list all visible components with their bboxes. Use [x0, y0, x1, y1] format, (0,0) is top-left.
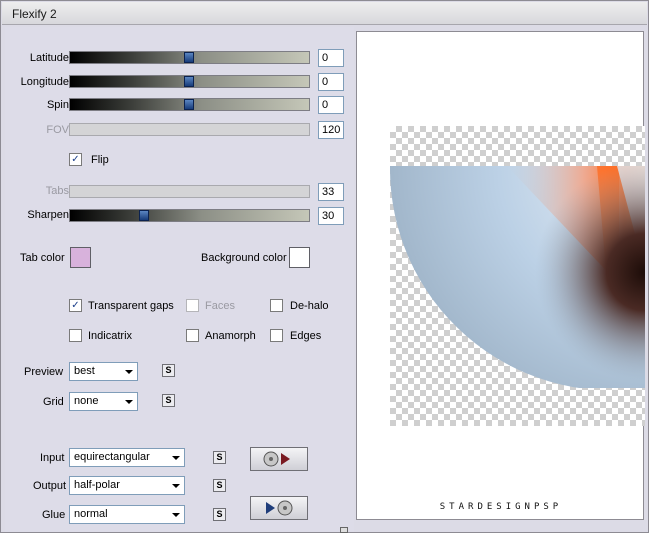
faces-label: Faces	[205, 300, 235, 312]
chevron-down-icon	[125, 400, 133, 404]
anamorph-label: Anamorph	[205, 330, 256, 342]
sharpen-label: Sharpen	[27, 209, 69, 221]
disc-play-icon	[263, 451, 290, 467]
tabs-label: Tabs	[45, 185, 69, 197]
background-color-label: Background color	[201, 252, 287, 264]
input-projection-value: equirectangular	[74, 451, 150, 463]
preview-select-value: best	[74, 365, 95, 377]
preview-select[interactable]: best	[69, 362, 138, 381]
grid-select[interactable]: none	[69, 392, 138, 411]
spin-input[interactable]: 0	[318, 96, 344, 114]
chevron-down-icon	[125, 370, 133, 374]
tabs-slider[interactable]	[69, 185, 310, 198]
de-halo-checkbox[interactable]	[270, 299, 283, 312]
spin-slider[interactable]	[69, 98, 310, 111]
input-projection-select[interactable]: equirectangular	[69, 448, 185, 467]
flip-checkbox[interactable]: ✓	[69, 153, 82, 166]
output-projection-select[interactable]: half-polar	[69, 476, 185, 495]
output-projection-value: half-polar	[74, 479, 120, 491]
longitude-slider-thumb[interactable]	[184, 76, 194, 87]
tab-color-swatch[interactable]	[70, 247, 91, 268]
longitude-label: Longitude	[20, 76, 69, 88]
resize-handle[interactable]	[340, 527, 348, 533]
tab-color-label: Tab color	[20, 252, 65, 264]
indicatrix-checkbox[interactable]	[69, 329, 82, 342]
spin-label: Spin	[46, 99, 69, 111]
glue-select[interactable]: normal	[69, 505, 185, 524]
fov-slider[interactable]	[69, 123, 310, 136]
preview-label: Preview	[24, 366, 64, 378]
input-label: Input	[40, 452, 65, 464]
anamorph-checkbox[interactable]	[186, 329, 199, 342]
preview-pane: STARDESIGNPSP	[356, 31, 645, 520]
latitude-slider[interactable]	[69, 51, 310, 64]
grid-label: Grid	[43, 396, 64, 408]
settings-panel: Latitude 0 Longitude 0 Spin 0 FOV 120 ✓ …	[5, 27, 354, 532]
glue-label: Glue	[42, 509, 66, 521]
sharpen-slider[interactable]	[69, 209, 310, 222]
transparent-gaps-checkbox[interactable]: ✓	[69, 299, 82, 312]
output-s-button[interactable]: S	[213, 479, 226, 492]
load-button[interactable]	[250, 447, 308, 471]
transparent-gaps-label: Transparent gaps	[88, 300, 174, 312]
sharpen-slider-thumb[interactable]	[139, 210, 149, 221]
latitude-label: Latitude	[29, 52, 69, 64]
longitude-input[interactable]: 0	[318, 73, 344, 91]
flip-label: Flip	[91, 154, 109, 166]
fov-label: FOV	[46, 124, 69, 136]
tabs-input[interactable]: 33	[318, 183, 344, 201]
de-halo-label: De-halo	[290, 300, 329, 312]
save-button[interactable]	[250, 496, 308, 520]
edges-checkbox[interactable]	[270, 329, 283, 342]
preview-s-button[interactable]: S	[162, 364, 175, 377]
latitude-input[interactable]: 0	[318, 49, 344, 67]
output-label: Output	[33, 480, 67, 492]
indicatrix-label: Indicatrix	[88, 330, 133, 342]
grid-s-button[interactable]: S	[162, 394, 175, 407]
glue-s-button[interactable]: S	[213, 508, 226, 521]
faces-checkbox[interactable]	[186, 299, 199, 312]
window-title: Flexify 2	[12, 7, 57, 21]
spin-slider-thumb[interactable]	[184, 99, 194, 110]
chevron-down-icon	[172, 484, 180, 488]
grid-select-value: none	[74, 395, 99, 407]
background-color-swatch[interactable]	[289, 247, 310, 268]
title-bar[interactable]: Flexify 2	[2, 2, 647, 25]
longitude-slider[interactable]	[69, 75, 310, 88]
chevron-down-icon	[172, 513, 180, 517]
preview-image	[390, 166, 645, 388]
watermark-text: STARDESIGNPSP	[439, 502, 563, 512]
chevron-down-icon	[172, 456, 180, 460]
fov-input[interactable]: 120	[318, 121, 344, 139]
flexify-window: Flexify 2 Latitude 0 Longitude 0 Spin 0 …	[0, 0, 649, 533]
sharpen-input[interactable]: 30	[318, 207, 344, 225]
edges-label: Edges	[290, 330, 322, 342]
latitude-slider-thumb[interactable]	[184, 52, 194, 63]
glue-select-value: normal	[74, 508, 108, 520]
play-disc-icon	[266, 500, 293, 516]
input-s-button[interactable]: S	[213, 451, 226, 464]
